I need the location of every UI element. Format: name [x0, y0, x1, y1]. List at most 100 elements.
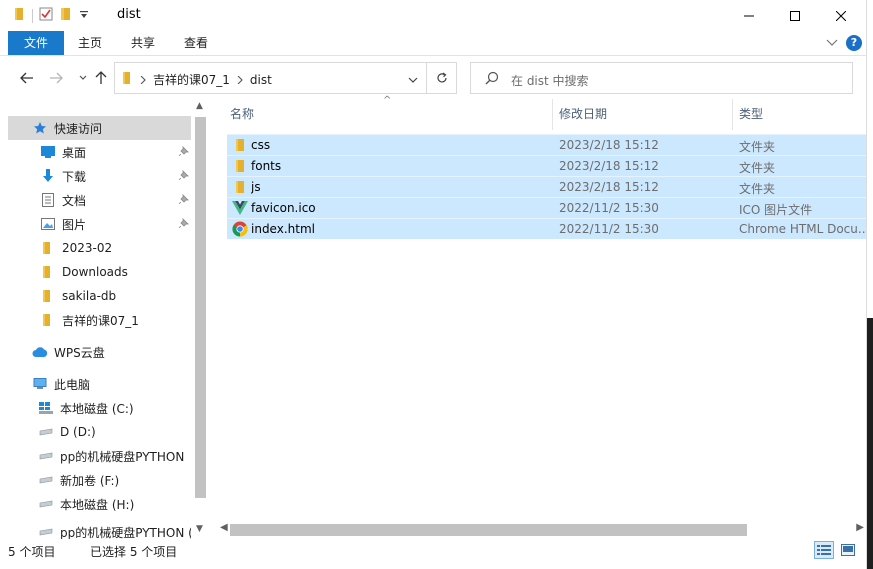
- column-header-type[interactable]: 类型: [729, 99, 866, 130]
- nav-label: pp的机械硬盘PYTHON: [60, 449, 185, 464]
- cloud-icon: [32, 344, 48, 360]
- help-icon[interactable]: ?: [846, 35, 862, 51]
- close-icon: [836, 10, 846, 21]
- recent-locations-button[interactable]: [74, 69, 92, 87]
- pin-icon[interactable]: [178, 193, 189, 207]
- nav-label: 本地磁盘 (C:): [60, 401, 134, 416]
- nav-label: 本地磁盘 (H:): [60, 497, 135, 512]
- new-folder-icon[interactable]: [59, 7, 73, 24]
- desktop-icon: [40, 144, 56, 160]
- file-name: favicon.ico: [251, 201, 316, 215]
- file-date: 2023/2/18 15:12: [559, 138, 659, 152]
- large-icons-view-button[interactable]: [838, 541, 858, 559]
- nav-item-desktop[interactable]: 桌面: [8, 140, 191, 164]
- nav-label: Downloads: [62, 265, 128, 279]
- background-terminal: [867, 318, 873, 569]
- nav-item-pictures[interactable]: 图片: [8, 212, 191, 236]
- nav-label: sakila-db: [62, 289, 117, 303]
- chrome-icon: [232, 221, 248, 237]
- scroll-right-icon[interactable]: ▶: [856, 522, 864, 533]
- table-row[interactable]: fonts 2023/2/18 15:12 文件夹: [227, 155, 866, 176]
- table-row[interactable]: favicon.ico 2022/11/2 15:30 ICO 图片文件: [227, 197, 866, 218]
- breadcrumb-separator-icon[interactable]: [237, 73, 243, 87]
- tab-file[interactable]: 文件: [8, 31, 64, 55]
- expand-ribbon-icon[interactable]: [826, 36, 838, 50]
- drive-icon: [38, 448, 54, 464]
- refresh-button[interactable]: [427, 62, 457, 94]
- table-row[interactable]: css 2023/2/18 15:12 文件夹: [227, 134, 866, 155]
- address-dropdown-icon[interactable]: [408, 72, 418, 86]
- nav-quick-access[interactable]: 快速访问: [8, 116, 191, 140]
- scroll-down-icon[interactable]: ▼: [196, 524, 203, 534]
- details-view-button[interactable]: [814, 541, 834, 559]
- breadcrumb-item[interactable]: dist: [250, 73, 272, 87]
- status-bar: 5 个项目 已选择 5 个项目: [0, 539, 866, 563]
- tab-share[interactable]: 共享: [119, 31, 167, 55]
- nav-label: 此电脑: [54, 377, 91, 392]
- breadcrumb-separator-icon[interactable]: [140, 73, 146, 87]
- view-switcher: [814, 541, 858, 559]
- nav-drive[interactable]: 本地磁盘 (C:): [8, 396, 191, 420]
- nav-item-folder[interactable]: 吉祥的课07_1: [8, 308, 191, 332]
- scrollbar-thumb[interactable]: [230, 524, 747, 536]
- ribbon-tabs: 文件 主页 共享 查看 ?: [0, 31, 866, 56]
- nav-item-folder[interactable]: Downloads: [8, 260, 191, 284]
- tab-view[interactable]: 查看: [172, 31, 220, 55]
- scrollbar-thumb[interactable]: [195, 117, 206, 498]
- back-button[interactable]: [18, 69, 36, 87]
- folder-small-icon[interactable]: [14, 7, 26, 24]
- minimize-button[interactable]: [726, 0, 772, 31]
- nav-item-documents[interactable]: 文档: [8, 188, 191, 212]
- file-list-horizontal-scrollbar[interactable]: ◀ ▶: [220, 521, 866, 538]
- address-row: 吉祥的课07_1 dist 在 dist 中搜索: [0, 57, 866, 99]
- nav-label: WPS云盘: [54, 345, 105, 360]
- chevron-down-icon: [79, 75, 87, 80]
- nav-drive[interactable]: pp的机械硬盘PYTHON: [8, 444, 191, 468]
- folder-icon: [123, 71, 133, 88]
- up-button[interactable]: [92, 69, 110, 87]
- nav-drive[interactable]: 本地磁盘 (H:): [8, 492, 191, 516]
- nav-item-folder[interactable]: sakila-db: [8, 284, 191, 308]
- address-bar[interactable]: 吉祥的课07_1 dist: [114, 62, 427, 94]
- column-header-name[interactable]: 名称: [220, 99, 552, 130]
- column-header-date[interactable]: 修改日期: [549, 99, 729, 130]
- tab-home[interactable]: 主页: [66, 31, 114, 55]
- nav-label: 新加卷 (F:): [60, 473, 120, 488]
- forward-button[interactable]: [47, 69, 65, 87]
- ribbon-right-controls: ?: [826, 35, 862, 51]
- nav-drive[interactable]: D (D:): [8, 420, 191, 444]
- title-bar: dist: [0, 0, 873, 31]
- file-date: 2022/11/2 15:30: [559, 201, 659, 215]
- maximize-button[interactable]: [772, 0, 818, 31]
- computer-icon: [32, 376, 48, 392]
- star-icon: [32, 120, 48, 136]
- pin-icon[interactable]: [178, 145, 189, 159]
- breadcrumb: 吉祥的课07_1 dist: [123, 71, 272, 88]
- close-button[interactable]: [818, 0, 864, 31]
- qat-dropdown-icon[interactable]: [79, 9, 89, 23]
- properties-icon[interactable]: [39, 7, 53, 24]
- breadcrumb-item[interactable]: 吉祥的课07_1: [153, 71, 230, 88]
- table-row[interactable]: js 2023/2/18 15:12 文件夹: [227, 176, 866, 197]
- nav-this-pc[interactable]: 此电脑: [8, 372, 191, 396]
- nav-drive[interactable]: pp的机械硬盘PYTHON (F: [8, 524, 191, 539]
- nav-label: 文档: [62, 193, 87, 208]
- search-box[interactable]: 在 dist 中搜索: [470, 62, 853, 94]
- nav-scrollbar[interactable]: ▲ ▼: [193, 99, 208, 539]
- scroll-up-icon[interactable]: ▲: [196, 101, 203, 111]
- pin-icon[interactable]: [178, 169, 189, 183]
- documents-icon: [40, 192, 56, 208]
- folder-icon: [40, 264, 56, 280]
- nav-label: 快速访问: [54, 121, 103, 136]
- window-title: dist: [117, 7, 141, 22]
- scroll-left-icon[interactable]: ◀: [220, 522, 228, 533]
- pin-icon[interactable]: [178, 217, 189, 231]
- table-row[interactable]: index.html 2022/11/2 15:30 Chrome HTML D…: [227, 218, 866, 239]
- large-icons-view-icon: [841, 544, 855, 556]
- nav-drive[interactable]: 新加卷 (F:): [8, 468, 191, 492]
- nav-item-downloads[interactable]: 下载: [8, 164, 191, 188]
- nav-item-folder[interactable]: 2023-02: [8, 236, 191, 260]
- nav-label: D (D:): [60, 425, 96, 439]
- nav-wps-cloud[interactable]: WPS云盘: [8, 340, 191, 364]
- minimize-icon: [744, 15, 754, 16]
